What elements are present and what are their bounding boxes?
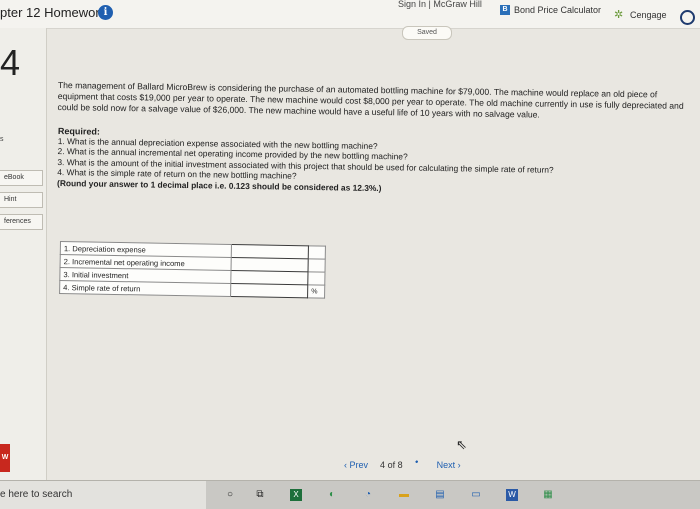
excel-icon[interactable]: X: [290, 489, 302, 501]
cengage-icon: ✲: [614, 9, 624, 21]
info-icon[interactable]: i: [98, 5, 113, 20]
problem-text: The management of Ballard MicroBrew is c…: [57, 80, 684, 120]
windows-taskbar: e here to search ○ ⧉ X ◐ ◔ ▬ ▤ ▭ W ▦: [0, 480, 700, 509]
row-unit: [307, 271, 325, 286]
question-number: 4: [0, 42, 21, 83]
depreciation-expense-input[interactable]: [231, 244, 309, 259]
prev-button[interactable]: ‹ Prev: [344, 460, 368, 470]
app-icon[interactable]: ▦: [542, 489, 554, 501]
saved-status-badge: Saved: [402, 26, 452, 40]
row-unit: [308, 258, 326, 273]
question-navigation: ‹ Prev 4 of 8 Next ›: [344, 460, 461, 470]
chapter-title: pter 12 Homework: [0, 5, 107, 20]
left-sidebar: [0, 28, 47, 480]
required-section: Required: 1. What is the annual deprecia…: [57, 126, 688, 198]
cengage-link[interactable]: ✲ Cengage: [614, 9, 667, 21]
references-button[interactable]: ferences: [0, 214, 43, 230]
chevron-right-icon: ›: [457, 460, 461, 470]
percent-unit: %: [307, 284, 325, 299]
page-current: 4: [380, 460, 386, 470]
edge-icon[interactable]: ◔: [362, 489, 374, 501]
store-icon[interactable]: ▤: [434, 489, 446, 501]
taskbar-search-label: e here to search: [0, 489, 73, 500]
initial-investment-input[interactable]: [230, 270, 309, 285]
word-icon[interactable]: W: [506, 489, 518, 501]
row-unit: [308, 245, 326, 260]
taskbar-search-box[interactable]: e here to search: [0, 481, 206, 509]
profile-icon[interactable]: [680, 10, 695, 25]
mail-icon[interactable]: ▭: [470, 489, 482, 501]
file-explorer-icon[interactable]: ▬: [398, 489, 410, 501]
chevron-left-icon: ‹: [344, 460, 347, 470]
bond-price-calculator-label: Bond Price Calculator: [514, 5, 602, 15]
brand-letter-icon: W: [0, 444, 10, 472]
question-content: The management of Ballard MicroBrew is c…: [57, 80, 688, 193]
bond-price-calculator-link[interactable]: B Bond Price Calculator: [500, 5, 601, 15]
row-label: 4. Simple rate of return: [59, 280, 231, 297]
grid-icon[interactable]: [414, 460, 425, 470]
next-label: Next: [436, 460, 456, 470]
cengage-label: Cengage: [630, 10, 667, 20]
answer-table: 1. Depreciation expense 2. Incremental n…: [59, 241, 326, 299]
cortana-icon[interactable]: ○: [224, 489, 236, 501]
task-view-icon[interactable]: ⧉: [254, 489, 266, 501]
chrome-icon[interactable]: ◐: [326, 489, 338, 501]
sign-in-mcgraw-hill-link[interactable]: Sign In | McGraw Hill: [398, 0, 482, 9]
ebook-button[interactable]: eBook: [0, 170, 43, 186]
prev-label: Prev: [349, 460, 369, 470]
page-total: 8: [397, 460, 403, 470]
mouse-cursor-icon: ⇖: [456, 437, 467, 452]
bond-calculator-icon: B: [500, 5, 510, 15]
simple-rate-of-return-input[interactable]: [230, 283, 308, 298]
page-of: of: [387, 460, 396, 470]
hint-button[interactable]: Hint: [0, 192, 43, 208]
top-bar: pter 12 Homework i Sign In | McGraw Hill…: [0, 0, 700, 29]
next-button[interactable]: Next ›: [437, 460, 461, 470]
incremental-net-operating-income-input[interactable]: [230, 257, 309, 272]
points-label: s: [0, 136, 4, 143]
page-indicator: 4 of 8: [380, 460, 403, 470]
